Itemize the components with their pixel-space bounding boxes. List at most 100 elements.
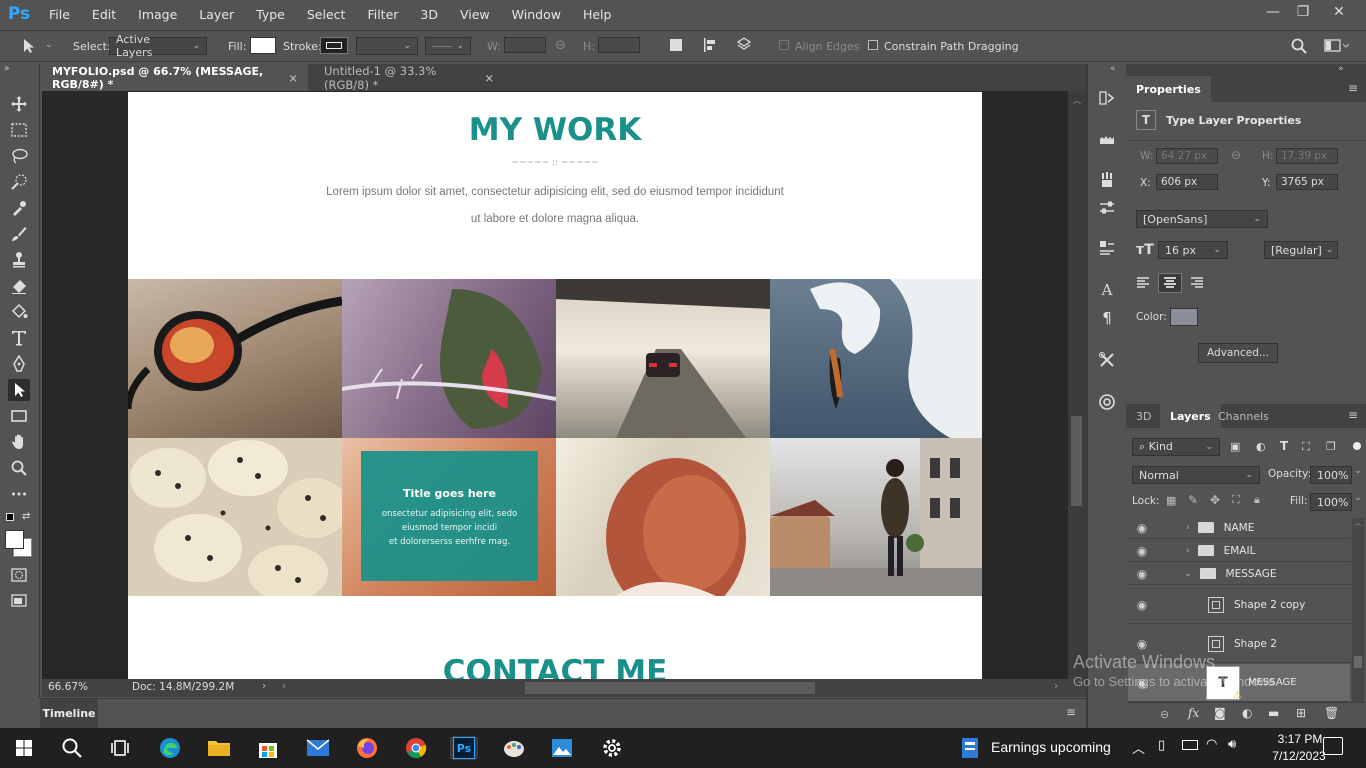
horizontal-scroll-thumb[interactable]	[525, 682, 815, 694]
x-field[interactable]: 606 px	[1156, 174, 1218, 190]
align-center-icon[interactable]	[1158, 273, 1182, 293]
paint-icon[interactable]	[500, 736, 528, 760]
zoom-level[interactable]: 66.67%	[48, 681, 88, 693]
menu-3d[interactable]: 3D	[409, 7, 449, 22]
menu-select[interactable]: Select	[296, 7, 357, 22]
document-canvas[interactable]: MY WORK ~~~~~ :: ~~~~~ Lorem ipsum dolor…	[128, 92, 982, 679]
constrain-path-checkbox[interactable]	[868, 40, 878, 50]
mail-icon[interactable]	[304, 736, 332, 760]
tab-untitled[interactable]: Untitled-1 @ 33.3% (RGB/8) * ×	[314, 64, 504, 92]
screen-mode-icon[interactable]	[8, 590, 30, 612]
fill-field[interactable]: 100%	[1310, 493, 1352, 511]
chevron-down-icon[interactable]: ⌄	[45, 40, 53, 50]
chevron-right-icon[interactable]: ›	[1186, 523, 1190, 533]
timeline-tab[interactable]: Timeline	[40, 699, 98, 728]
edge-icon[interactable]	[156, 736, 184, 760]
swap-colors-icon[interactable]: ⇄	[22, 511, 30, 522]
stroke-width-field[interactable]: ⌄	[356, 37, 418, 55]
menu-help[interactable]: Help	[572, 7, 623, 22]
character-panel-icon[interactable]: A	[1097, 280, 1117, 300]
gallery-image-street[interactable]	[770, 438, 982, 596]
status-menu-arrow-icon[interactable]: ›	[262, 680, 266, 692]
default-colors-icon[interactable]	[6, 513, 14, 521]
filter-pixel-icon[interactable]: ▣	[1230, 440, 1240, 453]
panel-menu-icon[interactable]: ≡	[1348, 408, 1358, 422]
tool-presets-icon[interactable]	[1097, 170, 1117, 190]
menu-file[interactable]: File	[38, 7, 81, 22]
more-tools-icon[interactable]	[8, 483, 30, 505]
lock-position-icon[interactable]: ✥	[1210, 493, 1220, 507]
w-field[interactable]: 64.27 px	[1156, 148, 1218, 164]
blend-mode-dropdown[interactable]: Normal ⌄	[1132, 466, 1260, 484]
align-right-icon[interactable]	[1188, 276, 1204, 293]
tools-panel-icon[interactable]	[1097, 350, 1117, 370]
tab-properties[interactable]: Properties	[1126, 76, 1211, 102]
libraries-icon[interactable]	[1097, 392, 1117, 412]
workspace-icon[interactable]	[1324, 38, 1350, 57]
h-field[interactable]	[598, 37, 640, 53]
link-icon[interactable]: ⊖	[555, 38, 566, 53]
visibility-eye-icon[interactable]: ◉	[1128, 544, 1156, 558]
link-icon[interactable]: ⊖	[1231, 148, 1241, 162]
tab-myfolio[interactable]: MYFOLIO.psd @ 66.7% (MESSAGE, RGB/8#) * …	[42, 64, 308, 91]
link-layers-icon[interactable]: ⊖	[1160, 708, 1169, 721]
adjustments-icon[interactable]	[1097, 198, 1117, 218]
panel-menu-icon[interactable]: ≡	[1066, 705, 1076, 719]
path-operations-icon[interactable]	[670, 39, 682, 51]
chevron-right-icon[interactable]: ›	[1186, 546, 1190, 556]
photos-icon[interactable]	[548, 736, 576, 760]
lock-all-icon[interactable]: 🔒︎	[1254, 493, 1260, 507]
rectangle-tool-icon[interactable]	[8, 405, 30, 427]
close-window-icon[interactable]: ✕	[1324, 0, 1354, 24]
advanced-button[interactable]: Advanced...	[1198, 343, 1278, 363]
notifications-icon[interactable]	[1323, 737, 1343, 755]
gallery-image-road[interactable]	[556, 279, 770, 438]
photoshop-taskbar-icon[interactable]: Ps	[450, 736, 478, 760]
new-layer-icon[interactable]: ⊞	[1296, 706, 1306, 720]
brush-presets-icon[interactable]	[1097, 130, 1117, 150]
lasso-tool-icon[interactable]	[8, 145, 30, 167]
path-arrangement-icon[interactable]	[736, 37, 752, 56]
filter-toggle-icon[interactable]	[1352, 438, 1362, 454]
text-color-swatch[interactable]	[1170, 308, 1198, 326]
fill-swatch[interactable]	[250, 37, 276, 54]
layer-row-name[interactable]: ◉ › NAME	[1128, 517, 1350, 539]
align-left-icon[interactable]	[1136, 276, 1152, 293]
tab-3d[interactable]: 3D	[1126, 404, 1161, 428]
opacity-field[interactable]: 100%	[1310, 466, 1352, 484]
path-alignment-icon[interactable]	[702, 37, 718, 56]
quick-mask-icon[interactable]	[8, 564, 30, 586]
quick-selection-tool-icon[interactable]	[8, 171, 30, 193]
foreground-color-swatch[interactable]	[5, 530, 24, 549]
device-icon[interactable]: ▯	[1158, 738, 1165, 753]
lock-artboard-icon[interactable]: ⛶	[1232, 493, 1240, 507]
new-group-icon[interactable]: ▬	[1268, 706, 1279, 720]
gallery-image-bananas[interactable]	[128, 438, 342, 596]
news-widget-text[interactable]: Earnings upcoming	[991, 739, 1111, 755]
file-explorer-icon[interactable]	[205, 736, 233, 760]
layer-row-email[interactable]: ◉ › EMAIL	[1128, 540, 1350, 562]
menu-filter[interactable]: Filter	[356, 7, 409, 22]
filter-shape-icon[interactable]: ⛶	[1302, 440, 1310, 454]
menu-image[interactable]: Image	[127, 7, 188, 22]
menu-view[interactable]: View	[449, 7, 501, 22]
news-widget-icon[interactable]	[958, 736, 982, 760]
character-styles-icon[interactable]	[1097, 238, 1117, 258]
chevron-down-icon[interactable]: ⌄	[1184, 569, 1192, 579]
brush-tool-icon[interactable]	[8, 223, 30, 245]
type-tool-icon[interactable]	[8, 327, 30, 349]
adjustment-layer-icon[interactable]: ◐	[1242, 706, 1252, 720]
eyedropper-tool-icon[interactable]	[8, 197, 30, 219]
paint-bucket-tool-icon[interactable]	[8, 301, 30, 323]
marquee-tool-icon[interactable]	[8, 119, 30, 141]
font-family-dropdown[interactable]: [OpenSans] ⌄	[1136, 210, 1268, 228]
menu-edit[interactable]: Edit	[81, 7, 127, 22]
start-icon[interactable]	[10, 736, 38, 760]
move-tool-preset-icon[interactable]	[20, 37, 38, 58]
volume-icon[interactable]: 🔊︎	[1228, 737, 1236, 752]
font-size-dropdown[interactable]: 16 px ⌄	[1158, 241, 1228, 259]
align-edges-checkbox[interactable]	[779, 40, 789, 50]
select-dropdown[interactable]: Active Layers ⌄	[109, 33, 207, 59]
search-icon[interactable]	[58, 736, 86, 760]
scroll-up-icon[interactable]: ︿	[1073, 95, 1081, 106]
